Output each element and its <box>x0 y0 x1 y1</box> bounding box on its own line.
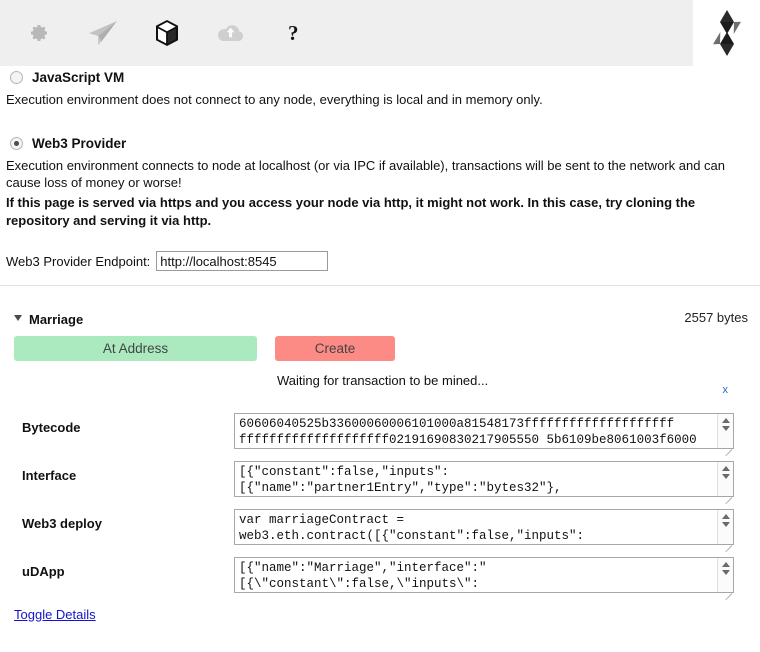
env-https-warning: If this page is served via https and you… <box>6 195 696 228</box>
env-option-label: JavaScript VM <box>32 69 125 85</box>
environment-section: JavaScript VM Execution environment does… <box>0 66 760 286</box>
udapp-textarea[interactable]: [{"name":"Marriage","interface":" [{\"co… <box>234 556 734 593</box>
toolbar: ? <box>0 0 693 66</box>
env-option-javascript-vm[interactable]: JavaScript VM <box>0 66 760 88</box>
env-description-javascript-vm: Execution environment does not connect t… <box>6 92 543 107</box>
at-address-button[interactable]: At Address <box>14 335 257 361</box>
solidity-logo <box>693 0 760 66</box>
radio-javascript-vm[interactable] <box>10 70 23 84</box>
endpoint-label: Web3 Provider Endpoint: <box>6 253 151 269</box>
bytecode-textarea[interactable]: 60606040525b33600060006101000a81548173ff… <box>234 412 734 449</box>
gear-icon[interactable] <box>16 13 62 53</box>
detail-field-wrap: 60606040525b33600060006101000a81548173ff… <box>234 412 734 456</box>
paper-plane-icon[interactable] <box>80 13 126 53</box>
interface-textarea[interactable]: [{"constant":false,"inputs": [{"name":"p… <box>234 460 734 497</box>
contract-name: Marriage <box>29 311 84 327</box>
question-mark-icon[interactable]: ? <box>272 13 318 53</box>
create-button[interactable]: Create <box>275 335 395 361</box>
env-option-label: Web3 Provider <box>32 135 127 151</box>
contract-size: 2557 bytes <box>684 310 748 325</box>
cloud-upload-icon[interactable] <box>208 13 254 53</box>
detail-field-wrap: var marriageContract = web3.eth.contract… <box>234 508 734 552</box>
env-option-web3-provider[interactable]: Web3 Provider <box>0 132 760 154</box>
radio-web3-provider[interactable] <box>10 136 23 150</box>
detail-label-bytecode: Bytecode <box>22 419 81 435</box>
chevron-down-icon <box>14 315 22 321</box>
contract-details: Bytecode 60606040525b33600060006101000a8… <box>0 407 760 605</box>
contract-header: Marriage 2557 bytes <box>0 300 760 327</box>
detail-row: Web3 deploy var marriageContract = web3.… <box>0 508 760 557</box>
detail-field-wrap: [{"name":"Marriage","interface":" [{\"co… <box>234 556 734 600</box>
env-description-web3-provider: Execution environment connects to node a… <box>6 158 725 190</box>
cube-icon[interactable] <box>144 13 190 53</box>
toggle-details-row: Toggle Details <box>0 605 760 622</box>
contract-actions: At Address Create <box>0 327 760 361</box>
detail-label-web3-deploy: Web3 deploy <box>22 515 102 531</box>
detail-label-interface: Interface <box>22 467 77 483</box>
detail-row: uDApp [{"name":"Marriage","interface":" … <box>0 556 760 605</box>
web3-deploy-textarea[interactable]: var marriageContract = web3.eth.contract… <box>234 508 734 545</box>
close-icon[interactable]: x <box>723 384 729 396</box>
detail-row: Interface [{"constant":false,"inputs": [… <box>0 460 760 509</box>
section-divider <box>0 285 760 286</box>
detail-label-udapp: uDApp <box>22 563 65 579</box>
detail-field-wrap: [{"constant":false,"inputs": [{"name":"p… <box>234 460 734 504</box>
contract-section: Marriage 2557 bytes At Address Create Wa… <box>0 300 760 622</box>
toggle-details-link[interactable]: Toggle Details <box>14 607 96 622</box>
svg-text:?: ? <box>288 21 299 45</box>
status-message: Waiting for transaction to be mined... <box>277 372 489 388</box>
endpoint-row: Web3 Provider Endpoint: <box>0 248 760 274</box>
detail-row: Bytecode 60606040525b33600060006101000a8… <box>0 412 760 461</box>
endpoint-input[interactable] <box>156 251 329 271</box>
contract-name-toggle[interactable]: Marriage <box>14 312 83 327</box>
status-row: Waiting for transaction to be mined... x <box>0 361 760 407</box>
